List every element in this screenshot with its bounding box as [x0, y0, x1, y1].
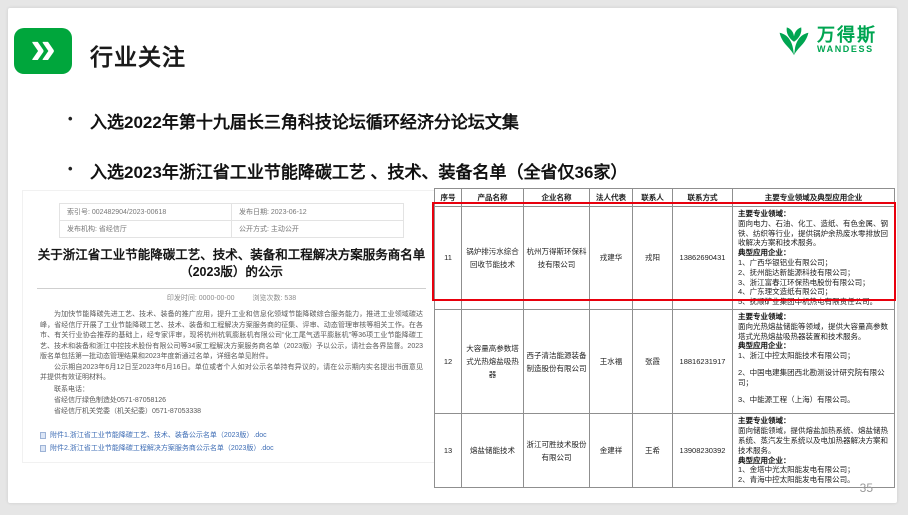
chevron-glyph: » — [30, 24, 56, 70]
app-item: 4、广东理文造纸有限公司； — [738, 287, 889, 297]
bullet-text: 入选2023年浙江省工业节能降碳工艺 、技术、装备名单（全省仅36家） — [90, 158, 627, 183]
cell-company: 杭州万得斯环保科技有限公司 — [524, 207, 590, 310]
cell-company: 西子清洁能源装备制造股份有限公司 — [524, 309, 590, 413]
attachment-link-2[interactable]: 附件2.浙江省工业节能降碳工程解决方案服务商公示名单（2023版）.doc — [40, 442, 423, 455]
cell-no: 12 — [435, 309, 462, 413]
notice-print-time: 印发时间: 0000-00-00 — [167, 295, 235, 302]
app-item: 2、抚州能达新能源科技有限公司； — [738, 268, 889, 278]
apps-label: 典型应用企业： — [738, 248, 889, 258]
cell-detail: 主要专业领域： 面向电力、石油、化工、造纸、有色金属、钢铁、纺织等行业，提供锅炉… — [733, 207, 895, 310]
areas-text: 面向储能领域，提供熔盐加热系统、熔盐储热系统、蒸汽发生系统以及电加热器解决方案和… — [738, 426, 889, 455]
areas-label: 主要专业领域： — [738, 416, 889, 426]
col-header-contact: 联系人 — [633, 189, 673, 207]
cell-legal: 王水福 — [590, 309, 633, 413]
notice-paragraph: 为加快节能降碳先进工艺、技术、装备的推广应用，提升工业和信息化领域节能降碳综合服… — [40, 310, 423, 363]
notice-meta: 印发时间: 0000-00-00 浏览次数: 538 — [23, 293, 440, 303]
table-row-12: 12 大容量高参数塔式光热熔盐吸热器 西子清洁能源装备制造股份有限公司 王水福 … — [435, 309, 895, 413]
divider — [37, 288, 426, 289]
app-item: 1、广西华银铝业有限公司； — [738, 258, 889, 268]
company-logo: 万得斯 WANDESS — [776, 22, 877, 58]
areas-label: 主要专业领域： — [738, 209, 889, 219]
app-item: 2、中国电建集团西北勘测设计研究院有限公司； — [738, 368, 889, 388]
table-header-row: 序号 产品名称 企业名称 法人代表 联系人 联系方式 主要专业领域及典型应用企业 — [435, 189, 895, 207]
col-header-legal: 法人代表 — [590, 189, 633, 207]
service-provider-table: 序号 产品名称 企业名称 法人代表 联系人 联系方式 主要专业领域及典型应用企业… — [434, 188, 895, 488]
notice-paragraph: 公示期自2023年6月12日至2023年6月16日。单位或者个人如对公示名单持有… — [40, 363, 423, 384]
app-item: 1、浙江中控太阳能技术有限公司； — [738, 351, 889, 361]
notice-contacts: 联系电话： 省经信厅绿色制造处0571-87058126 省经信厅机关党委（机关… — [40, 384, 423, 417]
slide-title: 行业关注 — [90, 38, 186, 72]
bullet-item: • 入选2022年第十九届长三角科技论坛循环经济分论坛文集 — [68, 108, 788, 133]
bullet-text: 入选2022年第十九届长三角科技论坛循环经济分论坛文集 — [90, 108, 519, 133]
presentation-slide: » 行业关注 万得斯 WANDESS • 入选2022年第十九届长三角科技论坛循… — [8, 8, 897, 503]
areas-label: 主要专业领域： — [738, 312, 889, 322]
bullet-dot: • — [68, 158, 90, 183]
notice-index: 索引号: 002482904/2023-00618 — [60, 204, 232, 221]
notice-date: 发布日期: 2023-06-12 — [232, 204, 404, 221]
table-row-13: 13 熔盐储能技术 浙江可胜技术股份有限公司 金建祥 王希 1390823039… — [435, 414, 895, 488]
wandess-leaf-icon — [776, 22, 812, 58]
logo-name-en: WANDESS — [817, 45, 877, 54]
cell-product: 锅炉排污水综合回收节能技术 — [462, 207, 524, 310]
cell-legal: 金建祥 — [590, 414, 633, 488]
notice-views: 浏览次数: 538 — [253, 295, 297, 302]
cell-detail: 主要专业领域： 面向光热熔盐储能等领域，提供大容量高参数塔式光热熔盐吸热器装置和… — [733, 309, 895, 413]
logo-text: 万得斯 WANDESS — [817, 26, 877, 54]
col-header-phone: 联系方式 — [673, 189, 733, 207]
app-item: 3、中能源工程（上海）有限公司。 — [738, 395, 889, 405]
contact-line: 省经信厅机关党委（机关纪委）0571-87053338 — [40, 406, 423, 417]
attachment-text: 附件2.浙江省工业节能降碳工程解决方案服务商公示名单（2023版）.doc — [50, 442, 274, 455]
attachment-link-1[interactable]: 附件1.浙江省工业节能降碳工艺、技术、装备公示名单（2023版）.doc — [40, 429, 423, 442]
notice-info-table: 索引号: 002482904/2023-00618 发布日期: 2023-06-… — [59, 203, 404, 238]
app-item: 1、金塔中光太阳能发电有限公司； — [738, 465, 889, 475]
areas-text: 面向电力、石油、化工、造纸、有色金属、钢铁、纺织等行业，提供锅炉余热废水零排放回… — [738, 219, 889, 248]
notice-body: 为加快节能降碳先进工艺、技术、装备的推广应用，提升工业和信息化领域节能降碳综合服… — [40, 310, 423, 384]
doc-file-icon — [40, 445, 46, 452]
apps-list: 1、广西华银铝业有限公司； 2、抚州能达新能源科技有限公司； 3、浙江富春江环保… — [738, 258, 889, 307]
cell-contact: 张霞 — [633, 309, 673, 413]
double-chevron-icon: » — [14, 28, 72, 74]
apps-label: 典型应用企业： — [738, 456, 889, 466]
areas-text: 面向光热熔盐储能等领域，提供大容量高参数塔式光热熔盐吸热器装置和技术服务。 — [738, 322, 889, 342]
col-header-detail: 主要专业领域及典型应用企业 — [733, 189, 895, 207]
apps-label: 典型应用企业： — [738, 341, 889, 351]
app-item: 3、浙江富春江环保热电股份有限公司； — [738, 278, 889, 288]
table-row-11: 11 锅炉排污水综合回收节能技术 杭州万得斯环保科技有限公司 戎建华 戎阳 13… — [435, 207, 895, 310]
cell-phone: 13908230392 — [673, 414, 733, 488]
contact-line: 省经信厅绿色制造处0571-87058126 — [40, 395, 423, 406]
cell-product: 大容量高参数塔式光热熔盐吸热器 — [462, 309, 524, 413]
cell-no: 11 — [435, 207, 462, 310]
notice-title: 关于浙江省工业节能降碳工艺、技术、装备和工程解决方案服务商名单（2023版）的公… — [23, 247, 440, 281]
contact-label: 联系电话： — [40, 384, 423, 395]
cell-phone: 18816231917 — [673, 309, 733, 413]
col-header-product: 产品名称 — [462, 189, 524, 207]
col-header-no: 序号 — [435, 189, 462, 207]
bullet-dot: • — [68, 108, 90, 133]
cell-contact: 戎阳 — [633, 207, 673, 310]
cell-product: 熔盐储能技术 — [462, 414, 524, 488]
cell-no: 13 — [435, 414, 462, 488]
attachment-text: 附件1.浙江省工业节能降碳工艺、技术、装备公示名单（2023版）.doc — [50, 429, 267, 442]
bullet-item: • 入选2023年浙江省工业节能降碳工艺 、技术、装备名单（全省仅36家） — [68, 158, 788, 183]
logo-name-cn: 万得斯 — [817, 26, 877, 45]
screenshot-canvas: » 行业关注 万得斯 WANDESS • 入选2022年第十九届长三角科技论坛循… — [0, 0, 908, 515]
notice-document-screenshot: 索引号: 002482904/2023-00618 发布日期: 2023-06-… — [22, 190, 441, 463]
col-header-company: 企业名称 — [524, 189, 590, 207]
notice-publicity: 公开方式: 主动公开 — [232, 221, 404, 238]
app-item: 5、抚顺矿业集团中机热电有限责任公司。 — [738, 297, 889, 307]
attachment-list: 附件1.浙江省工业节能降碳工艺、技术、装备公示名单（2023版）.doc 附件2… — [40, 429, 423, 455]
cell-contact: 王希 — [633, 414, 673, 488]
doc-file-icon — [40, 432, 46, 439]
cell-phone: 13862690431 — [673, 207, 733, 310]
cell-detail: 主要专业领域： 面向储能领域，提供熔盐加热系统、熔盐储热系统、蒸汽发生系统以及电… — [733, 414, 895, 488]
cell-company: 浙江可胜技术股份有限公司 — [524, 414, 590, 488]
notice-agency: 发布机构: 省经信厅 — [60, 221, 232, 238]
cell-legal: 戎建华 — [590, 207, 633, 310]
apps-list: 1、浙江中控太阳能技术有限公司； 2、中国电建集团西北勘测设计研究院有限公司； … — [738, 351, 889, 404]
page-number: 35 — [860, 481, 873, 495]
